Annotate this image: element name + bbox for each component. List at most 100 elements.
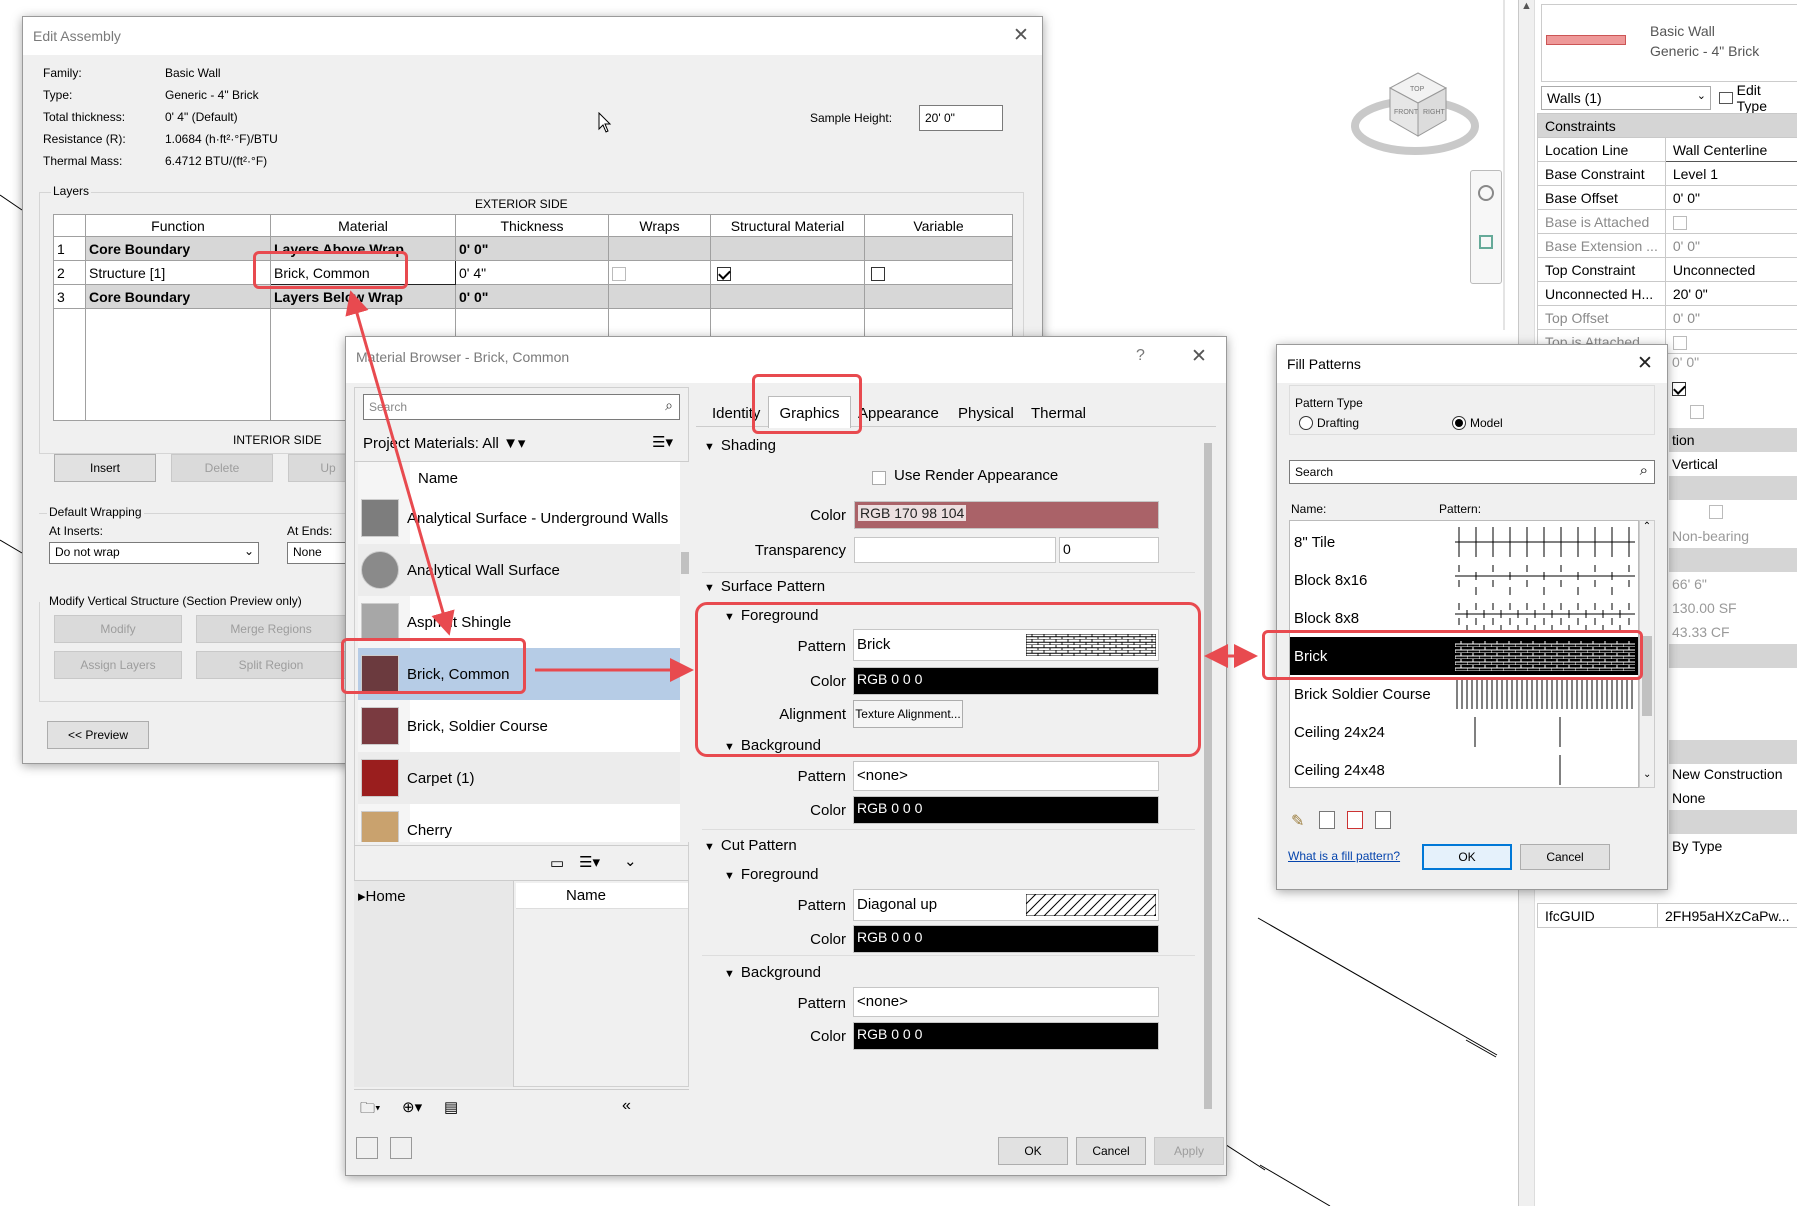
panel-toggle-icon[interactable]: ▭ <box>550 854 564 872</box>
table-row[interactable]: 2 Structure [1] Brick, Common 0' 4" <box>53 260 1013 285</box>
wraps-checkbox[interactable] <box>612 266 626 281</box>
list-view-icon[interactable]: ☰▾ <box>652 433 673 451</box>
scroll-up-icon[interactable]: ▲ <box>1519 0 1534 12</box>
list-item[interactable]: Ceiling 24x48 <box>1290 751 1638 787</box>
create-material-icon[interactable]: ⊕▾ <box>402 1098 422 1116</box>
material-tool-icon[interactable] <box>356 1137 378 1159</box>
variable-checkbox[interactable] <box>871 266 885 281</box>
scroll-up-icon[interactable]: ⌃ <box>1640 521 1654 532</box>
prop-row[interactable]: Location Line Wall Centerline <box>1537 137 1797 162</box>
list-item[interactable]: Brick, Soldier Course <box>358 700 680 752</box>
scrollbar[interactable] <box>680 462 690 842</box>
cross-section-value[interactable]: Vertical <box>1669 452 1721 476</box>
list-item[interactable]: 8" Tile <box>1290 523 1638 561</box>
type-selector[interactable]: Basic Wall Generic - 4" Brick <box>1541 4 1797 82</box>
delete-button[interactable]: Delete <box>171 454 273 482</box>
surface-bg-color-field[interactable]: RGB 0 0 0 <box>853 796 1159 824</box>
search-icon[interactable]: ⌕ <box>665 397 673 414</box>
preview-button[interactable]: << Preview <box>47 721 149 749</box>
prop-row[interactable]: Base Offset 0' 0" <box>1537 185 1797 210</box>
list-item[interactable]: Brick Soldier Course <box>1290 675 1638 713</box>
tab-appearance[interactable]: Appearance <box>858 405 939 422</box>
top-extension-value[interactable]: 0' 0" <box>1672 354 1699 370</box>
duplicate-pattern-icon[interactable] <box>1375 811 1391 829</box>
checkbox[interactable] <box>1690 404 1705 419</box>
structural-header[interactable]: tion <box>1669 428 1797 452</box>
scrollbar-thumb[interactable] <box>681 552 689 574</box>
collapse-left-icon[interactable]: « <box>622 1097 631 1115</box>
help-icon[interactable]: ? <box>1136 347 1145 365</box>
table-row[interactable]: 1 Core Boundary Layers Above Wrap 0' 0" <box>53 236 1013 261</box>
list-item[interactable]: Ceiling 24x24 <box>1290 713 1638 751</box>
structural-material-checkbox[interactable] <box>717 266 731 281</box>
cancel-button[interactable]: Cancel <box>1076 1137 1146 1165</box>
checkbox[interactable] <box>1672 215 1687 230</box>
tab-thermal[interactable]: Thermal <box>1031 405 1086 422</box>
new-pattern-icon[interactable] <box>1319 811 1335 829</box>
delete-pattern-icon[interactable] <box>1347 811 1363 829</box>
transparency-input[interactable]: 0 <box>1059 537 1159 563</box>
at-inserts-select[interactable]: Do not wrap ⌄ <box>49 542 259 564</box>
collapse-icon[interactable]: ⌄ <box>624 852 637 870</box>
surface-bg-pattern-field[interactable]: <none> <box>853 761 1159 791</box>
scrollbar-thumb[interactable] <box>1642 636 1652 716</box>
instance-selector[interactable]: Walls (1) ⌄ <box>1541 86 1711 110</box>
library-view-icon[interactable]: ☰▾ <box>579 853 600 871</box>
ok-button[interactable]: OK <box>998 1137 1068 1165</box>
library-name-header[interactable]: Name <box>516 883 688 909</box>
transparency-slider[interactable] <box>854 537 1056 563</box>
list-item[interactable]: Carpet (1) <box>358 752 680 804</box>
close-icon[interactable]: ✕ <box>1637 352 1653 375</box>
project-materials-filter[interactable]: Project Materials: All ▼▾ <box>363 434 525 452</box>
constraints-header[interactable]: Constraints <box>1537 113 1797 138</box>
cut-fg-color-field[interactable]: RGB 0 0 0 <box>853 925 1159 953</box>
prop-row[interactable]: Top Offset 0' 0" <box>1537 305 1797 330</box>
list-item[interactable]: Analytical Wall Surface <box>358 544 680 596</box>
prop-row[interactable]: Base is Attached <box>1537 209 1797 234</box>
merge-regions-button[interactable]: Merge Regions <box>196 615 346 643</box>
zoom-icon[interactable] <box>1479 235 1493 249</box>
prop-row[interactable]: Base Constraint Level 1 <box>1537 161 1797 186</box>
phase-created-value[interactable]: New Construction <box>1669 762 1786 786</box>
prop-row[interactable]: Unconnected H... 20' 0" <box>1537 281 1797 306</box>
surface-pattern-section[interactable]: Surface Pattern <box>704 578 825 595</box>
search-icon[interactable]: ⌕ <box>1640 462 1648 479</box>
search-input[interactable]: Search ⌕ <box>363 394 680 420</box>
edit-type-button[interactable]: Edit Type <box>1715 82 1797 114</box>
edit-pattern-icon[interactable]: ✎ <box>1291 811 1304 831</box>
help-link[interactable]: What is a fill pattern? <box>1288 849 1400 863</box>
cut-bg-pattern-field[interactable]: <none> <box>853 987 1159 1017</box>
scrollbar[interactable] <box>1202 429 1214 1129</box>
cut-foreground-section[interactable]: Foreground <box>724 866 819 883</box>
model-radio[interactable]: Model <box>1452 416 1503 430</box>
room-bounding-checkbox[interactable] <box>1672 381 1686 396</box>
cut-fg-pattern-field[interactable]: Diagonal up <box>853 889 1159 921</box>
tab-physical[interactable]: Physical <box>958 405 1014 422</box>
use-render-appearance-checkbox[interactable] <box>872 470 886 485</box>
list-item[interactable]: Block 8x16 <box>1290 561 1638 599</box>
name-column-header[interactable]: Name <box>418 470 458 487</box>
cut-background-section[interactable]: Background <box>724 964 821 981</box>
checkbox[interactable] <box>1708 504 1723 519</box>
cancel-button[interactable]: Cancel <box>1520 844 1610 870</box>
steering-wheel-icon[interactable] <box>1478 185 1494 201</box>
tree-node-home[interactable]: ▸Home <box>358 887 406 905</box>
edit-material-icon[interactable] <box>390 1137 412 1159</box>
cut-pattern-section[interactable]: Cut Pattern <box>704 837 797 854</box>
navigation-bar[interactable] <box>1470 170 1502 284</box>
shading-section[interactable]: Shading <box>704 437 776 454</box>
modify-button[interactable]: Modify <box>54 615 182 643</box>
scrollbar-thumb[interactable] <box>1204 443 1212 1109</box>
table-row[interactable]: 3 Core Boundary Layers Below Wrap 0' 0" <box>53 284 1013 309</box>
apply-button[interactable]: Apply <box>1154 1137 1224 1165</box>
scroll-down-icon[interactable]: ⌄ <box>1643 769 1651 780</box>
structural-usage-value[interactable]: Non-bearing <box>1669 524 1752 548</box>
radio-on[interactable] <box>1452 416 1466 430</box>
cut-bg-color-field[interactable]: RGB 0 0 0 <box>853 1022 1159 1050</box>
export-to-ifc-value[interactable]: By Type <box>1669 834 1725 858</box>
close-icon[interactable]: ✕ <box>1013 24 1029 47</box>
open-library-icon[interactable]: 🗀▾ <box>360 1098 381 1123</box>
search-input[interactable]: Search ⌕ <box>1289 460 1655 484</box>
assign-layers-button[interactable]: Assign Layers <box>54 651 182 679</box>
sample-height-input[interactable]: 20' 0" <box>919 105 1003 131</box>
